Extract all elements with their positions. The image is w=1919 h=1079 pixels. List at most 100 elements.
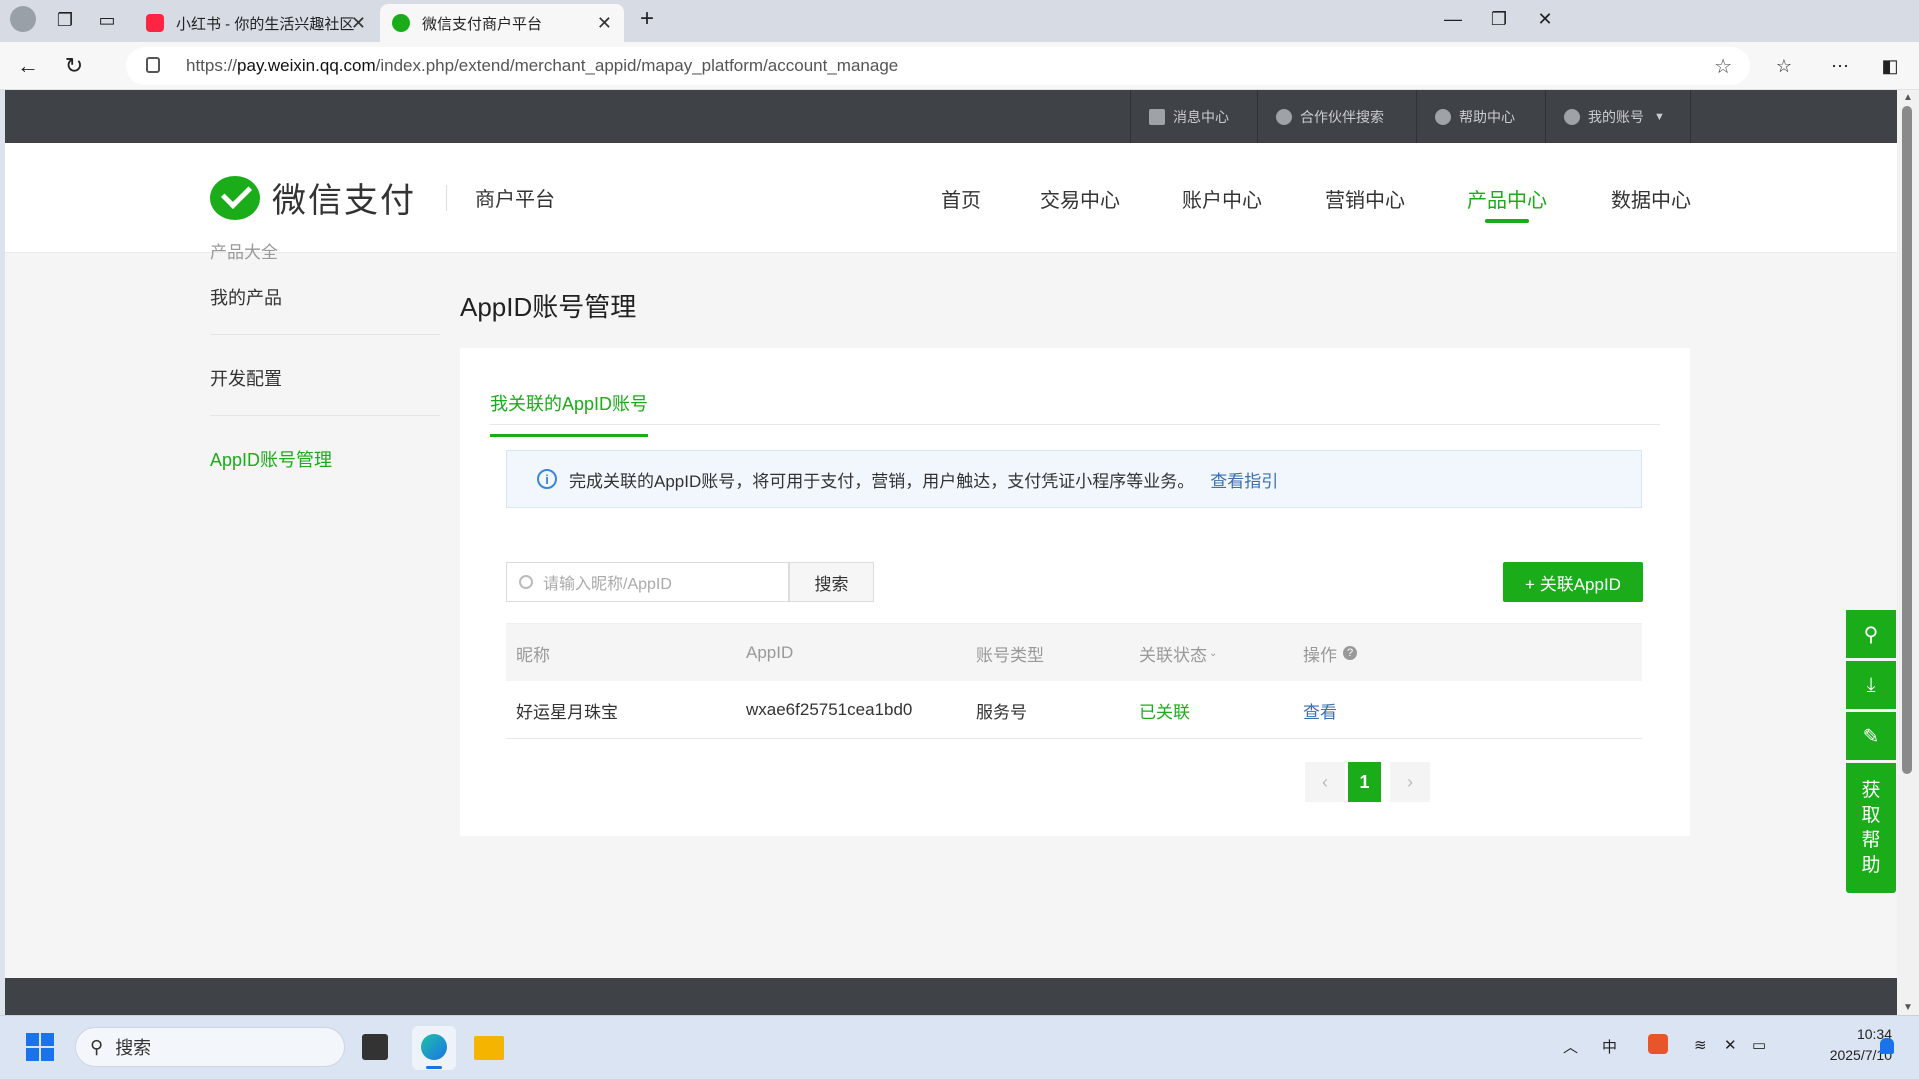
favorites-icon[interactable]: ☆ [1770, 52, 1798, 80]
info-notice: i 完成关联的AppID账号，将可用于支付，营销，用户触达，支付凭证小程序等业务… [506, 450, 1642, 508]
wifi-icon[interactable]: ≋ [1694, 1036, 1707, 1054]
page-scrollbar[interactable]: ▲ ▼ [1897, 90, 1919, 1015]
prev-page-button[interactable]: ‹ [1305, 762, 1345, 802]
sidebar-icon[interactable]: ◧ [1876, 52, 1904, 80]
nav-trade-center[interactable]: 交易中心 [1040, 143, 1120, 253]
search-input[interactable]: 请输入昵称/AppID [506, 562, 789, 602]
new-tab-icon[interactable]: + [632, 4, 662, 34]
tab-xiaohongshu[interactable]: 小红书 - 你的生活兴趣社区 ✕ [134, 4, 378, 42]
divider [446, 184, 447, 211]
page-title: AppID账号管理 [460, 292, 637, 322]
sidebar-section-title: 产品大全 [210, 243, 278, 262]
battery-icon[interactable]: ▭ [1752, 1036, 1766, 1054]
back-icon[interactable]: ← [14, 52, 42, 80]
app-tray-icon[interactable] [1648, 1034, 1668, 1054]
close-icon[interactable]: ✕ [351, 13, 366, 34]
logo[interactable]: 微信支付 商户平台 [210, 173, 555, 222]
sidebar-divider [210, 415, 440, 416]
tab-title: 微信支付商户平台 [422, 15, 543, 33]
link-label: 我的账号 [1588, 108, 1644, 125]
taskbar-search[interactable]: ⚲ 搜索 [75, 1027, 345, 1067]
question-icon[interactable]: ? [1343, 646, 1357, 660]
xiaohongshu-icon [146, 14, 164, 32]
search-placeholder: 请输入昵称/AppID [543, 576, 672, 593]
search-icon [519, 575, 533, 589]
column-action: 操作? [1303, 624, 1357, 682]
message-center-link[interactable]: 消息中心 [1130, 90, 1247, 143]
vertical-tabs-icon[interactable]: ▭ [94, 6, 120, 34]
help-char: 帮 [1861, 830, 1881, 851]
link-icon[interactable]: ⚲ [1846, 610, 1896, 658]
ime-icon[interactable]: 中 [1602, 1036, 1617, 1057]
add-appid-button[interactable]: + 关联AppID [1503, 562, 1643, 602]
logo-text: 微信支付 [272, 182, 416, 220]
help-char: 助 [1861, 855, 1881, 876]
url-prefix: https:// [186, 56, 238, 75]
close-icon[interactable]: ✕ [597, 13, 612, 34]
workspaces-icon[interactable]: ❐ [52, 6, 78, 34]
help-icon [1435, 108, 1451, 125]
clock-date[interactable]: 2025/7/10 [1798, 1047, 1892, 1063]
close-window-icon[interactable]: ✕ [1530, 4, 1560, 34]
task-view-icon[interactable] [362, 1034, 388, 1060]
nav-product-center[interactable]: 产品中心 [1467, 143, 1547, 253]
refresh-icon[interactable]: ↻ [60, 52, 88, 80]
column-label: 关联状态 [1139, 645, 1207, 665]
search-icon [1276, 108, 1292, 125]
volume-muted-icon[interactable]: ✕ [1724, 1036, 1737, 1054]
url-field[interactable]: https://pay.weixin.qq.com/index.php/exte… [126, 47, 1750, 85]
file-explorer-icon[interactable] [474, 1036, 504, 1060]
download-icon[interactable]: ⤓ [1846, 661, 1896, 709]
sidebar-item-appid-manage[interactable]: AppID账号管理 [210, 446, 332, 472]
notice-text: 完成关联的AppID账号，将可用于支付，营销，用户触达，支付凭证小程序等业务。 [569, 471, 1195, 491]
notification-bell-icon[interactable] [1880, 1038, 1894, 1054]
scroll-up-icon[interactable]: ▲ [1903, 92, 1913, 103]
column-appid: AppID [746, 643, 794, 662]
address-bar: ← ↻ https://pay.weixin.qq.com/index.php/… [0, 42, 1919, 90]
windows-start-icon[interactable] [26, 1033, 54, 1061]
my-account-link[interactable]: 我的账号 ▼ [1545, 90, 1691, 143]
scroll-down-icon[interactable]: ▼ [1903, 1002, 1913, 1013]
scrollbar-thumb[interactable] [1902, 106, 1912, 774]
sidebar-item-my-products[interactable]: 我的产品 [210, 284, 282, 310]
cell-appid: wxae6f25751cea1bd0 [746, 700, 913, 719]
get-help-button[interactable]: 获 取 帮 助 [1846, 763, 1896, 893]
search-button[interactable]: 搜索 [789, 562, 874, 602]
tab-linked-appid[interactable]: 我关联的AppID账号 [490, 390, 649, 437]
wechat-pay-logo-icon [210, 175, 260, 220]
nav-account-center[interactable]: 账户中心 [1182, 143, 1262, 253]
partner-search-link[interactable]: 合作伙伴搜索 [1257, 90, 1402, 143]
chevron-down-icon: ⌄ [1209, 647, 1218, 659]
guide-link[interactable]: 查看指引 [1210, 467, 1278, 492]
more-icon[interactable]: ⋯ [1826, 52, 1854, 80]
help-center-link[interactable]: 帮助中心 [1416, 90, 1533, 143]
table-header: 昵称 AppID 账号类型 关联状态 ⌄ 操作? [506, 623, 1642, 681]
restore-icon[interactable]: ❐ [1484, 4, 1514, 34]
view-link[interactable]: 查看 [1303, 681, 1337, 739]
nav-home[interactable]: 首页 [941, 143, 981, 253]
search-label: 搜索 [115, 1038, 152, 1058]
profile-icon[interactable] [10, 6, 36, 32]
edge-taskbar-button[interactable] [412, 1026, 456, 1070]
edit-icon[interactable]: ✎ [1846, 712, 1896, 760]
tray-overflow-icon[interactable]: ︿ [1563, 1036, 1578, 1057]
nav-data-center[interactable]: 数据中心 [1611, 143, 1691, 253]
minimize-icon[interactable]: — [1438, 4, 1468, 34]
url-path: /index.php/extend/merchant_appid/mapay_p… [375, 56, 899, 75]
top-utility-bar: 消息中心 合作伙伴搜索 帮助中心 我的账号 ▼ [5, 90, 1897, 143]
user-icon [1564, 108, 1580, 125]
favorite-star-icon[interactable]: ☆ [1714, 54, 1732, 79]
url-host: pay.weixin.qq.com [237, 56, 376, 75]
site-header: 微信支付 商户平台 首页 交易中心 账户中心 营销中心 产品中心 数据中心 [5, 143, 1897, 253]
tab-wechat-pay[interactable]: 微信支付商户平台 ✕ [380, 4, 624, 42]
table-row: 好运星月珠宝 wxae6f25751cea1bd0 服务号 已关联 查看 [506, 681, 1642, 739]
browser-tab-bar: ❐ ▭ 小红书 - 你的生活兴趣社区 ✕ 微信支付商户平台 ✕ + — ❐ ✕ [0, 0, 1919, 42]
sidebar-item-dev-config[interactable]: 开发配置 [210, 365, 282, 391]
web-page: 消息中心 合作伙伴搜索 帮助中心 我的账号 ▼ 微信支付 商户平台 首页 交易中心… [5, 90, 1897, 1015]
next-page-button[interactable]: › [1390, 762, 1430, 802]
nav-marketing-center[interactable]: 营销中心 [1325, 143, 1405, 253]
column-status[interactable]: 关联状态 ⌄ [1139, 624, 1217, 682]
column-label: 操作 [1303, 645, 1337, 665]
lock-icon[interactable] [146, 57, 160, 73]
page-1-button[interactable]: 1 [1348, 762, 1381, 802]
